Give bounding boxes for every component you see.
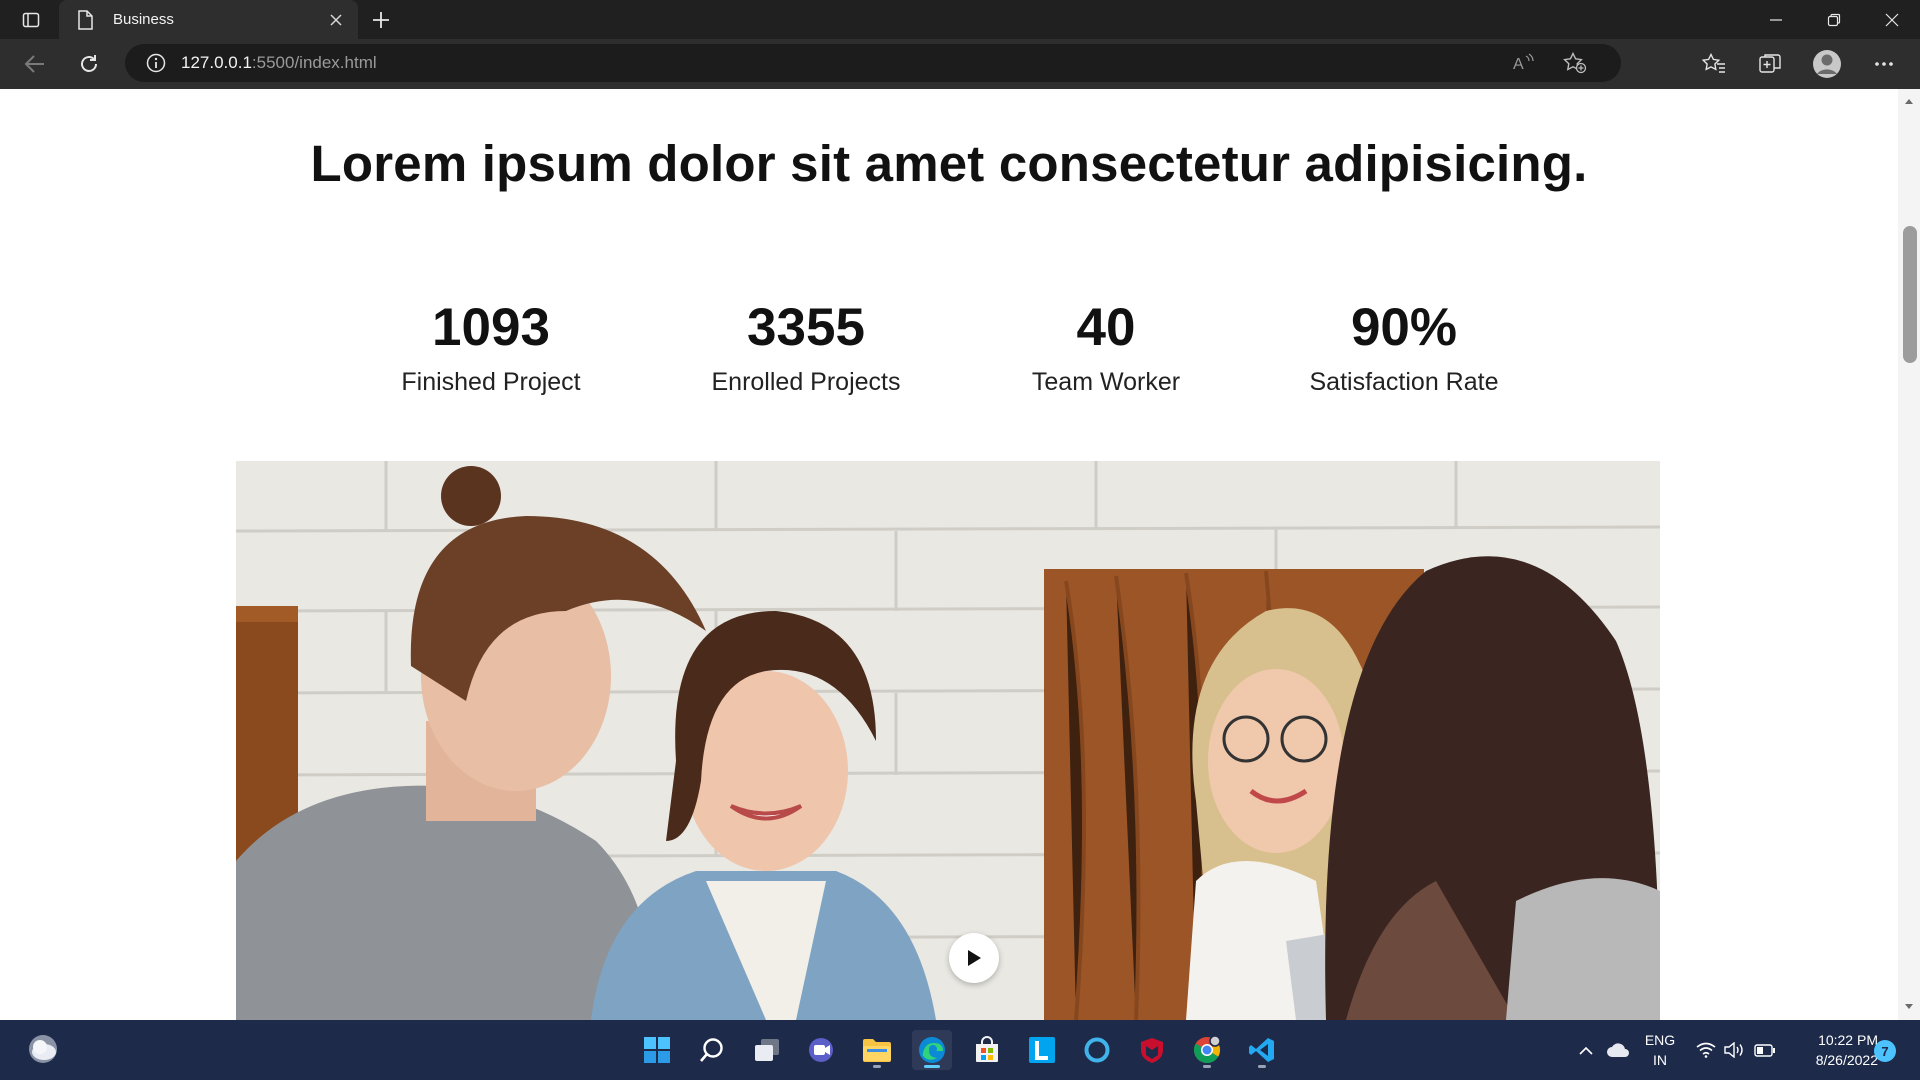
volume-icon[interactable] bbox=[1723, 1020, 1747, 1080]
clock-time: 10:22 PM bbox=[1818, 1032, 1878, 1048]
vscode-icon[interactable] bbox=[1242, 1030, 1282, 1070]
tab-actions-icon[interactable] bbox=[14, 6, 48, 34]
favorites-icon[interactable] bbox=[1696, 47, 1732, 81]
running-indicator bbox=[873, 1065, 881, 1068]
svg-text:A: A bbox=[1513, 56, 1524, 73]
stat-value: 40 bbox=[1076, 298, 1136, 357]
language-indicator[interactable]: ENG IN bbox=[1640, 1030, 1680, 1070]
cortana-icon[interactable] bbox=[1077, 1030, 1117, 1070]
read-aloud-icon[interactable]: A bbox=[1511, 52, 1535, 74]
tab-title: Business bbox=[113, 11, 174, 28]
edge-browser-icon[interactable] bbox=[912, 1030, 952, 1070]
running-indicator bbox=[1203, 1065, 1211, 1068]
close-window-icon[interactable] bbox=[1864, 0, 1920, 39]
stat-label: Team Worker bbox=[1031, 368, 1181, 396]
play-icon bbox=[968, 950, 981, 966]
l-app-icon[interactable] bbox=[1022, 1030, 1062, 1070]
teams-chat-icon[interactable] bbox=[802, 1030, 842, 1070]
scroll-down-arrow-icon[interactable] bbox=[1898, 998, 1920, 1014]
scroll-thumb[interactable] bbox=[1903, 226, 1917, 363]
chrome-icon[interactable] bbox=[1187, 1030, 1227, 1070]
refresh-icon[interactable] bbox=[72, 48, 106, 80]
show-hidden-icons-chevron-icon[interactable] bbox=[1574, 1020, 1598, 1080]
file-explorer-icon[interactable] bbox=[857, 1030, 897, 1070]
browser-tab-business[interactable]: Business bbox=[59, 0, 358, 39]
page-headline: Lorem ipsum dolor sit amet consectetur a… bbox=[310, 135, 1588, 192]
stat-label: Enrolled Projects bbox=[711, 368, 901, 396]
page-document-icon bbox=[73, 8, 97, 32]
stats-section: 1093 Finished Project 3355 Enrolled Proj… bbox=[0, 296, 1898, 416]
back-arrow-icon[interactable] bbox=[18, 48, 52, 80]
language-region: IN bbox=[1653, 1052, 1667, 1068]
address-bar[interactable]: 127.0.0.1:5500/index.html A bbox=[125, 44, 1621, 82]
stat-enrolled-projects: 3355 Enrolled Projects bbox=[676, 296, 936, 400]
profile-avatar-icon[interactable] bbox=[1809, 47, 1845, 81]
mcafee-icon[interactable] bbox=[1132, 1030, 1172, 1070]
page-scrollbar[interactable] bbox=[1898, 89, 1920, 1020]
more-options-icon[interactable] bbox=[1866, 47, 1902, 81]
stat-finished-project: 1093 Finished Project bbox=[361, 296, 621, 400]
windows-taskbar: ENG IN 10:22 PM 8/26/2022 7 bbox=[0, 1020, 1920, 1080]
battery-icon[interactable] bbox=[1752, 1020, 1778, 1080]
play-video-button[interactable] bbox=[949, 933, 999, 983]
start-windows-icon[interactable] bbox=[637, 1030, 677, 1070]
minimize-icon[interactable] bbox=[1748, 0, 1804, 39]
stat-label: Finished Project bbox=[401, 368, 581, 396]
language-code: ENG bbox=[1644, 1032, 1676, 1048]
scroll-up-arrow-icon[interactable] bbox=[1898, 93, 1920, 109]
url-host: 127.0.0.1 bbox=[181, 53, 252, 72]
browser-tab-bar: Business bbox=[0, 0, 1920, 39]
tab-close-icon[interactable] bbox=[326, 10, 346, 30]
system-clock[interactable]: 10:22 PM 8/26/2022 bbox=[1780, 1030, 1878, 1070]
running-indicator bbox=[1258, 1065, 1266, 1068]
add-favorite-icon[interactable] bbox=[1563, 52, 1587, 74]
team-photo bbox=[236, 461, 1660, 1020]
wifi-icon[interactable] bbox=[1694, 1020, 1718, 1080]
site-info-icon[interactable] bbox=[145, 52, 167, 74]
notification-badge[interactable]: 7 bbox=[1874, 1040, 1896, 1062]
restore-icon[interactable] bbox=[1806, 0, 1862, 39]
weather-cloud-icon[interactable] bbox=[26, 1032, 60, 1066]
stat-satisfaction-rate: 90% Satisfaction Rate bbox=[1274, 296, 1534, 400]
browser-toolbar: 127.0.0.1:5500/index.html A bbox=[0, 39, 1920, 89]
onedrive-cloud-icon[interactable] bbox=[1604, 1020, 1632, 1080]
stat-value: 90% bbox=[1350, 298, 1458, 357]
microsoft-store-icon[interactable] bbox=[967, 1030, 1007, 1070]
search-icon[interactable] bbox=[692, 1030, 732, 1070]
page-viewport: Lorem ipsum dolor sit amet consectetur a… bbox=[0, 89, 1898, 1020]
stat-label: Satisfaction Rate bbox=[1309, 368, 1499, 396]
stat-team-worker: 40 Team Worker bbox=[976, 296, 1236, 400]
task-view-icon[interactable] bbox=[747, 1030, 787, 1070]
new-tab-button[interactable] bbox=[366, 6, 396, 34]
url-text: 127.0.0.1:5500/index.html bbox=[181, 53, 377, 73]
collections-icon[interactable] bbox=[1752, 47, 1788, 81]
active-indicator bbox=[924, 1065, 940, 1068]
stat-value: 3355 bbox=[747, 298, 865, 357]
url-path: :5500/index.html bbox=[251, 53, 377, 72]
clock-date: 8/26/2022 bbox=[1815, 1052, 1878, 1068]
stat-value: 1093 bbox=[432, 298, 550, 357]
